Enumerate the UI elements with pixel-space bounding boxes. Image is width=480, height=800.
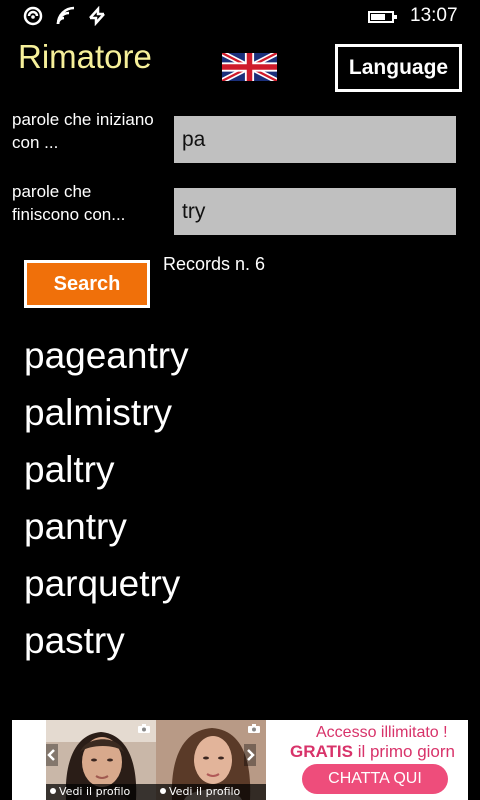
result-item[interactable]: palmistry: [24, 384, 189, 441]
result-item[interactable]: paltry: [24, 441, 189, 498]
result-item[interactable]: pantry: [24, 498, 189, 555]
nfc-icon: [23, 6, 43, 26]
ad-subline-rest: il primo giorn: [352, 742, 456, 761]
starts-with-label: parole che iniziano con ...: [12, 110, 154, 152]
uk-flag-icon[interactable]: [222, 53, 277, 81]
ad-subline-bold: GRATIS: [290, 742, 353, 761]
view-profile-label[interactable]: Vedi il profilo: [156, 784, 266, 800]
ad-chat-button[interactable]: CHATTA QUI: [302, 764, 448, 794]
ad-banner[interactable]: Vedi il profilo Vedi il profilo Accesso …: [12, 720, 468, 800]
result-item[interactable]: pastry: [24, 612, 189, 669]
dot-icon: [50, 788, 56, 794]
ends-with-label: parole che finiscono con...: [12, 182, 126, 224]
data-sync-icon: [89, 6, 105, 26]
view-profile-label[interactable]: Vedi il profilo: [46, 784, 156, 800]
starts-with-input[interactable]: [174, 116, 456, 163]
battery-level: [371, 14, 385, 20]
dot-icon: [160, 788, 166, 794]
results-list: pageantry palmistry paltry pantry parque…: [24, 327, 189, 669]
status-bar: 13:07: [0, 0, 480, 32]
ad-headline: Accesso illimitato !: [316, 724, 448, 741]
ad-prev-arrow-icon[interactable]: [46, 744, 58, 766]
result-item[interactable]: pageantry: [24, 327, 189, 384]
ad-promo[interactable]: Accesso illimitato ! GRATIS il primo gio…: [280, 720, 468, 800]
ad-next-arrow-icon[interactable]: [244, 744, 256, 766]
clock: 13:07: [410, 5, 458, 26]
battery-icon: [368, 11, 397, 23]
camera-icon: [248, 724, 260, 733]
app-title: Rimatore: [18, 38, 152, 75]
ad-photo-1[interactable]: Vedi il profilo: [46, 720, 156, 800]
view-profile-text: Vedi il profilo: [169, 785, 241, 798]
ad-subline: GRATIS il primo giorn: [290, 742, 455, 762]
search-button[interactable]: Search: [24, 260, 150, 308]
result-item[interactable]: parquetry: [24, 555, 189, 612]
view-profile-text: Vedi il profilo: [59, 785, 131, 798]
records-count: Records n. 6: [163, 254, 266, 274]
wifi-icon: [56, 6, 75, 25]
camera-icon: [138, 724, 150, 733]
ends-with-input[interactable]: [174, 188, 456, 235]
language-button[interactable]: Language: [335, 44, 462, 92]
